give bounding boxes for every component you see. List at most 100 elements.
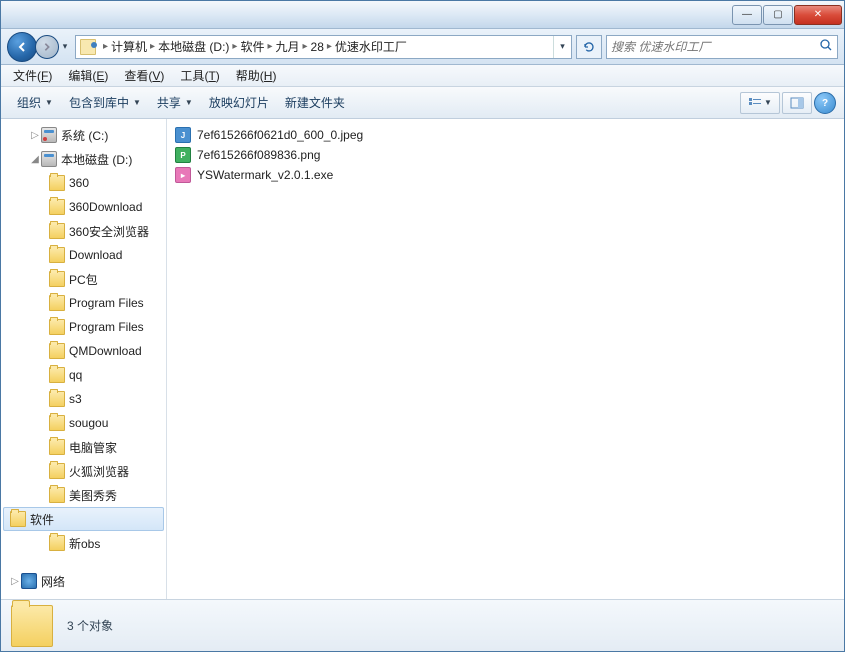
breadcrumb-separator[interactable]: ▸ [150,41,155,52]
include-in-library-button[interactable]: 包含到库中▼ [61,90,149,115]
tree-folder[interactable]: 360Download [1,195,166,219]
tree-folder[interactable]: PC包 [1,267,166,291]
organize-button[interactable]: 组织▼ [9,90,61,115]
breadcrumb-segment[interactable]: 28 [311,40,324,54]
folder-icon [49,487,65,503]
tree-folder[interactable]: 电脑管家 [1,435,166,459]
command-bar: 组织▼ 包含到库中▼ 共享▼ 放映幻灯片 新建文件夹 ▼ ? [1,87,844,119]
folder-icon [49,439,65,455]
arrow-right-icon [42,42,52,52]
tree-folder[interactable]: 软件 [3,507,164,531]
expand-icon[interactable]: ▷ [29,130,41,141]
file-name: YSWatermark_v2.0.1.exe [197,168,333,182]
minimize-button[interactable]: — [732,5,762,25]
chevron-down-icon: ▼ [764,98,772,107]
tree-folder[interactable]: sougou [1,411,166,435]
breadcrumb-segment[interactable]: 九月 [275,38,299,55]
tree-label: 软件 [30,511,54,528]
menu-view[interactable]: 查看(V) [116,65,172,86]
svg-text:?: ? [822,98,828,109]
history-dropdown[interactable]: ▾ [59,33,71,61]
folder-icon [49,295,65,311]
address-bar[interactable]: ▸ 计算机 ▸ 本地磁盘 (D:) ▸ 软件 ▸ 九月 ▸ 28 ▸ 优速水印工… [75,35,572,59]
breadcrumb-separator[interactable]: ▸ [267,41,272,52]
tree-folder[interactable]: Program Files [1,315,166,339]
search-icon[interactable] [819,38,833,55]
expand-icon[interactable]: ▷ [9,576,21,587]
menu-tools[interactable]: 工具(T) [172,65,227,86]
tree-network[interactable]: ▷ 网络 [1,569,166,593]
tree-folder[interactable]: 火狐浏览器 [1,459,166,483]
breadcrumb-segment[interactable]: 优速水印工厂 [335,38,407,55]
file-list-pane[interactable]: J7ef615266f0621d0_600_0.jpegP7ef615266f0… [167,119,844,599]
list-view-icon [748,97,762,109]
tree-folder[interactable]: QMDownload [1,339,166,363]
help-icon: ? [819,97,831,109]
tree-label: QMDownload [69,344,142,358]
tree-label: 火狐浏览器 [69,463,129,480]
tree-label: PC包 [69,271,98,288]
folder-icon [49,535,65,551]
folder-icon [49,175,65,191]
file-name: 7ef615266f0621d0_600_0.jpeg [197,128,363,142]
folder-icon [49,415,65,431]
refresh-button[interactable] [576,35,602,59]
preview-pane-button[interactable] [782,92,812,114]
new-folder-button[interactable]: 新建文件夹 [277,90,353,115]
tree-label: sougou [69,416,108,430]
file-item[interactable]: J7ef615266f0621d0_600_0.jpeg [171,125,840,145]
titlebar[interactable]: — ▢ ✕ [1,1,844,29]
breadcrumb-separator[interactable]: ▸ [232,41,237,52]
drive-icon [41,151,57,167]
tree-label: 网络 [41,573,65,590]
collapse-icon[interactable]: ◢ [29,154,41,165]
menu-file[interactable]: 文件(F) [5,65,60,86]
back-button[interactable] [7,32,37,62]
tree-drive-c[interactable]: ▷系统 (C:) [1,123,166,147]
folder-icon [49,391,65,407]
tree-drive-d[interactable]: ◢本地磁盘 (D:) [1,147,166,171]
window-buttons: — ▢ ✕ [732,5,842,25]
tree-folder[interactable]: s3 [1,387,166,411]
nav-history: ▾ [7,32,71,62]
menu-help[interactable]: 帮助(H) [228,65,285,86]
file-item[interactable]: P7ef615266f089836.png [171,145,840,165]
network-icon [21,573,37,589]
breadcrumb-separator[interactable]: ▸ [103,41,108,52]
file-item[interactable]: ▸ YSWatermark_v2.0.1.exe [171,165,840,185]
tree-folder[interactable]: 新obs [1,531,166,555]
folder-icon [49,223,65,239]
breadcrumb-segment[interactable]: 本地磁盘 (D:) [158,38,229,55]
file-name: 7ef615266f089836.png [197,148,320,162]
address-dropdown[interactable]: ▾ [553,36,571,58]
forward-button[interactable] [35,35,59,59]
breadcrumb-segment[interactable]: 软件 [240,38,264,55]
menu-edit[interactable]: 编辑(E) [60,65,116,86]
breadcrumb-separator[interactable]: ▸ [303,41,308,52]
view-options: ▼ ? [740,92,836,114]
tree-label: 360安全浏览器 [69,223,149,240]
search-input[interactable] [611,40,819,54]
tree-folder[interactable]: Program Files [1,291,166,315]
tree-folder[interactable]: 美图秀秀 [1,483,166,507]
menu-bar: 文件(F) 编辑(E) 查看(V) 工具(T) 帮助(H) [1,65,844,87]
slideshow-button[interactable]: 放映幻灯片 [201,90,277,115]
breadcrumb-separator[interactable]: ▸ [327,41,332,52]
maximize-button[interactable]: ▢ [763,5,793,25]
folder-icon [49,199,65,215]
arrow-left-icon [16,41,28,53]
help-button[interactable]: ? [814,92,836,114]
exe-file-icon: ▸ [175,167,191,183]
tree-label: 360 [69,176,89,190]
tree-folder[interactable]: Download [1,243,166,267]
breadcrumb-segment[interactable]: 计算机 [111,38,147,55]
navigation-pane[interactable]: ▷系统 (C:) ◢本地磁盘 (D:) 360 360Download 360安全浏… [1,119,167,599]
share-button[interactable]: 共享▼ [149,90,201,115]
view-mode-button[interactable]: ▼ [740,92,780,114]
tree-folder[interactable]: 360 [1,171,166,195]
close-button[interactable]: ✕ [794,5,842,25]
tree-folder[interactable]: qq [1,363,166,387]
status-text: 3 个对象 [67,617,113,634]
tree-folder[interactable]: 360安全浏览器 [1,219,166,243]
search-box[interactable] [606,35,838,59]
